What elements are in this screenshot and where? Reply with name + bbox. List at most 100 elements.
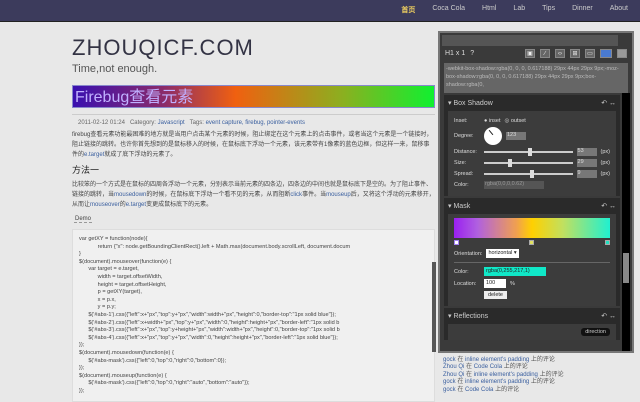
location-label: Location: [454, 280, 477, 287]
panel-toolbar: H1 x 1 ? ▣ ∕ ‹› ⊞ ▭ [440, 46, 632, 61]
orientation-select[interactable]: horizontal ▾ [486, 249, 519, 258]
click-link[interactable]: click [290, 192, 302, 198]
comment-user[interactable]: Zhou Qi [443, 372, 464, 378]
nav-coca-cola[interactable]: Coca Cola [432, 5, 465, 15]
paragraph-2: 比较笨的一个方式是在鼠标的四周各浮动一个元素，分别表示当前元素的四条边，四条边的… [72, 180, 435, 210]
percent: % [510, 280, 515, 287]
direction-button[interactable]: direction [581, 328, 610, 336]
nav-dinner[interactable]: Dinner [572, 5, 593, 15]
nav-lab[interactable]: Lab [513, 5, 525, 15]
text: 事件。当 [302, 192, 327, 198]
location-input[interactable]: 100 [484, 279, 506, 288]
code-scrollbar[interactable] [432, 262, 436, 352]
distance-input[interactable]: 53 [576, 148, 597, 156]
text: 在 [466, 364, 473, 371]
inset-label: Inset: [454, 118, 468, 124]
e-target-link[interactable]: e.target [84, 152, 104, 158]
panel-scrollbar[interactable] [622, 93, 630, 351]
reset-icon[interactable]: ↶ ↔ [601, 202, 616, 210]
title: Box Shadow [453, 100, 493, 107]
gradient-preview[interactable] [454, 218, 610, 238]
nav-html[interactable]: Html [482, 5, 496, 15]
inset-radio[interactable]: ● inset [484, 118, 500, 124]
nav-about[interactable]: About [610, 5, 628, 15]
css-output[interactable]: -webkit-box-shadow:rgba(0, 0, 0, 0.61718… [444, 63, 628, 93]
mouseup-link[interactable]: mouseup [326, 192, 351, 198]
size-slider[interactable] [484, 159, 573, 167]
spread-slider[interactable] [484, 170, 573, 178]
color-input[interactable]: rgba(0,0,0,0.62) [484, 181, 544, 189]
gradient-stop[interactable] [454, 240, 459, 245]
mousedown-link[interactable]: mousedown [114, 192, 146, 198]
section-heading: 方法一 [72, 166, 100, 176]
comment-post[interactable]: inline element's padding [465, 357, 529, 363]
text: 在 [457, 379, 464, 386]
title: Reflections [453, 313, 489, 320]
color-input[interactable]: rgba(0,255,217,1) [484, 267, 546, 276]
reflections-title[interactable]: ▾ Reflections [448, 312, 488, 320]
color-icon[interactable] [617, 49, 627, 58]
degree-input[interactable]: 123 [506, 132, 526, 140]
code-icon[interactable]: ‹› [555, 49, 565, 58]
comment-post[interactable]: inline element's padding [474, 372, 538, 378]
title: Mask [453, 203, 471, 210]
text: 上的评论 [503, 364, 528, 371]
reset-icon[interactable]: ↶ ↔ [601, 312, 616, 320]
delete-button[interactable]: delete [484, 291, 507, 299]
comment-post[interactable]: inline element's padding [465, 379, 529, 385]
text: 就成了底下浮动的元素了。 [104, 152, 177, 158]
comment-user[interactable]: gock [443, 379, 456, 385]
comment-post[interactable]: Code Cola [465, 387, 493, 393]
nav-home[interactable]: 首页 [401, 5, 415, 15]
link-icon[interactable]: ∕ [540, 49, 550, 58]
box-shadow-section: ▾ Box Shadow ↶ ↔ Inset: ● inset ◎ outset De… [444, 95, 620, 196]
comment-item: gock 在 Code Cola 上的评论 [443, 387, 564, 394]
mask-title[interactable]: ▾ Mask [448, 202, 470, 210]
outset-radio[interactable]: ◎ outset [504, 118, 525, 124]
tags-links[interactable]: event capture, firebug, pointer-events [206, 120, 305, 126]
color-icon[interactable] [600, 49, 612, 58]
site-tagline: Time,not enough. [72, 63, 158, 75]
panel-icon[interactable]: ▭ [585, 49, 595, 58]
distance-slider[interactable] [484, 148, 573, 156]
code-block: var getXY = function(node){ return {"x":… [72, 229, 435, 402]
e-target-link[interactable]: e.target [126, 202, 146, 208]
layout-icon[interactable]: ⊞ [570, 49, 580, 58]
mouseover-link[interactable]: mouseover [90, 202, 120, 208]
comment-user[interactable]: Zhou Qi [443, 364, 464, 370]
size-input[interactable]: 29 [576, 159, 597, 167]
inspect-icon[interactable]: ▣ [525, 49, 535, 58]
spread-input[interactable]: 9 [576, 170, 597, 178]
paragraph-1: firebug查看元素功能最困难的地方就是当用户点击某个元素的时候，阻止绑定在这… [72, 130, 435, 160]
spread-label: Spread: [454, 171, 474, 177]
degree-dial[interactable] [484, 127, 502, 145]
category-label: Category: [129, 120, 156, 126]
nav-tips[interactable]: Tips [542, 5, 555, 15]
label: outset [510, 118, 526, 124]
comment-user[interactable]: gock [443, 357, 456, 363]
box-shadow-title[interactable]: ▾ Box Shadow [448, 99, 493, 107]
comment-post[interactable]: Code Cola [474, 364, 502, 370]
gradient-stop[interactable] [605, 240, 610, 245]
text: 上的评论 [530, 357, 555, 363]
demo-link[interactable]: Demo [74, 216, 93, 223]
text: 变更成鼠标底下的元素。 [146, 202, 213, 208]
value: horizontal [488, 250, 513, 256]
post-date: 2011-02-12 01:24 [78, 120, 125, 126]
site-title[interactable]: ZHOUQICF.COM [72, 35, 435, 61]
text: 在 [466, 371, 473, 378]
degree-label: Degree: [454, 133, 474, 139]
comment-user[interactable]: gock [443, 387, 456, 393]
panel-title-bar[interactable] [442, 35, 618, 46]
orientation-label: Orientation: [454, 250, 483, 257]
comment-item: gock 在 inline element's padding 上的评论 [443, 379, 564, 386]
reset-icon[interactable]: ↶ ↔ [601, 99, 616, 107]
main-content: ZHOUQICF.COM Time,not enough. Firebug查看元… [72, 35, 435, 210]
category-link[interactable]: Javascript [158, 120, 185, 126]
post-title: Firebug查看元素 [72, 85, 435, 108]
unit: (px) [600, 171, 610, 177]
gradient-stop[interactable] [528, 240, 534, 245]
help-icon[interactable]: ? [470, 50, 474, 57]
text: 上的评论 [530, 379, 555, 386]
comment-item: Zhou Qi 在 Code Cola 上的评论 [443, 364, 564, 371]
